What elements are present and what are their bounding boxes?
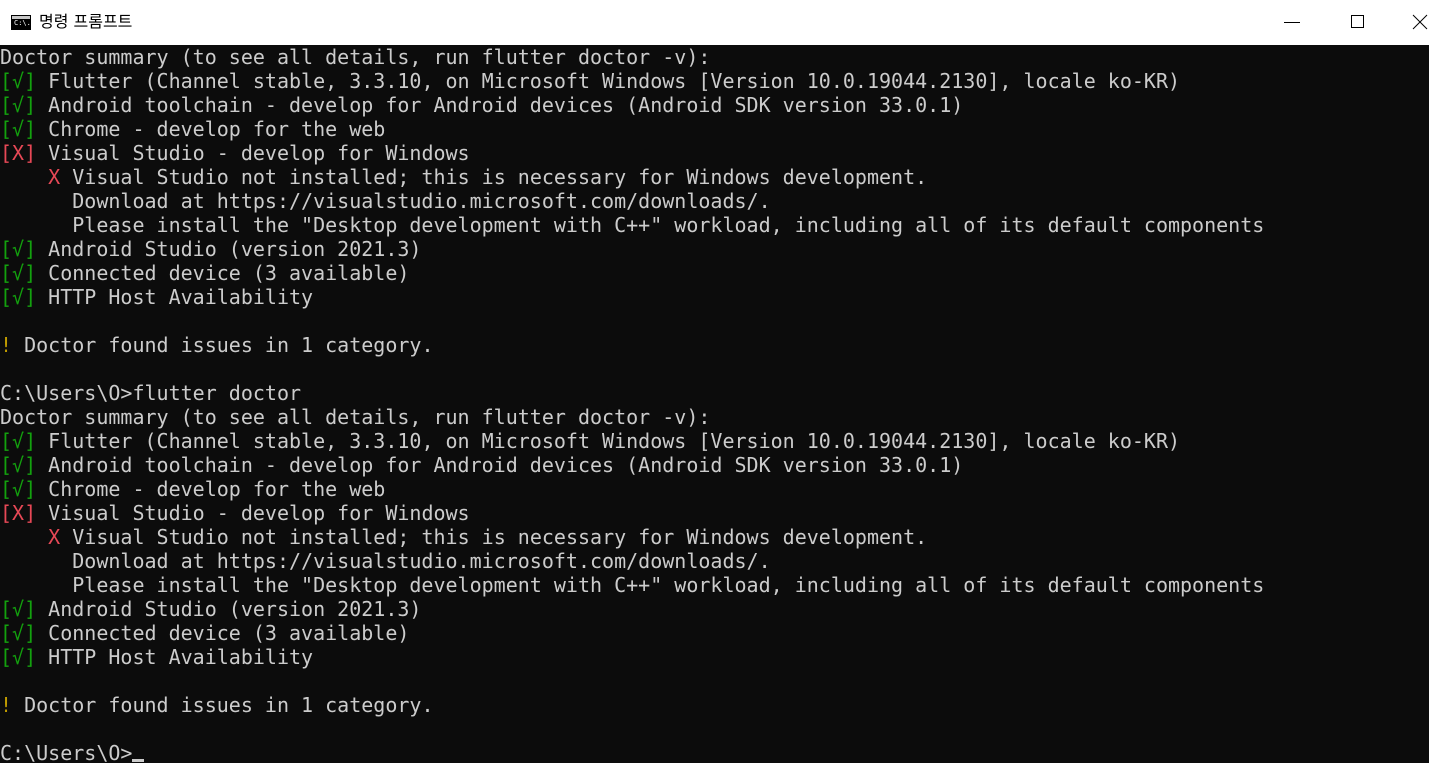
line-text: Doctor summary (to see all details, run … (0, 405, 711, 429)
console-line: C:\Users\O>flutter doctor (0, 381, 1429, 405)
line-text: Flutter (Channel stable, 3.3.10, on Micr… (36, 69, 1181, 93)
line-text: Chrome - develop for the web (36, 477, 386, 501)
status-ok-marker: [√] (0, 597, 37, 621)
minimize-icon (1284, 22, 1300, 23)
console-line: [√] HTTP Host Availability (0, 645, 1429, 669)
console-line: [√] Chrome - develop for the web (0, 117, 1429, 141)
close-icon (1412, 14, 1428, 30)
console-line: [X] Visual Studio - develop for Windows (0, 141, 1429, 165)
text-cursor (132, 759, 145, 762)
line-text: Android toolchain - develop for Android … (36, 93, 964, 117)
line-text: Android Studio (version 2021.3) (36, 237, 422, 261)
console-line: Download at https://visualstudio.microso… (0, 549, 1429, 573)
console-line: Doctor summary (to see all details, run … (0, 405, 1429, 429)
line-text: Visual Studio - develop for Windows (36, 501, 470, 525)
console-line: [√] Connected device (3 available) (0, 261, 1429, 285)
console-line: [√] Android toolchain - develop for Andr… (0, 93, 1429, 117)
line-text: Please install the "Desktop development … (0, 573, 1265, 597)
status-warning-marker: ! (0, 333, 13, 357)
status-error-marker: [X] (0, 141, 37, 165)
console-line: [√] Flutter (Channel stable, 3.3.10, on … (0, 429, 1429, 453)
console-line: Please install the "Desktop development … (0, 573, 1429, 597)
prompt-text: C:\Users\O> (0, 741, 133, 763)
line-text: HTTP Host Availability (36, 285, 314, 309)
window-title: 명령 프롬프트 (39, 12, 133, 31)
line-text: Doctor found issues in 1 category. (12, 333, 434, 357)
line-text: Android Studio (version 2021.3) (36, 597, 422, 621)
title-bar[interactable]: C:\. 명령 프롬프트 (0, 0, 1429, 45)
console-line: ! Doctor found issues in 1 category. (0, 333, 1429, 357)
console-line: [√] Android Studio (version 2021.3) (0, 597, 1429, 621)
line-text: HTTP Host Availability (36, 645, 314, 669)
console-line: [X] Visual Studio - develop for Windows (0, 501, 1429, 525)
console-line: [√] HTTP Host Availability (0, 285, 1429, 309)
line-text: Android toolchain - develop for Android … (36, 453, 964, 477)
cmd-icon[interactable]: C:\. (11, 15, 31, 30)
command-prompt-line[interactable]: C:\Users\O> (0, 741, 1429, 763)
status-ok-marker: [√] (0, 93, 37, 117)
line-text: Download at https://visualstudio.microso… (0, 189, 771, 213)
close-button[interactable] (1400, 0, 1429, 45)
line-text: Connected device (3 available) (36, 621, 410, 645)
console-line: X Visual Studio not installed; this is n… (0, 525, 1429, 549)
console-line: Doctor summary (to see all details, run … (0, 45, 1429, 69)
status-error-marker: X (48, 165, 61, 189)
line-text: Doctor summary (to see all details, run … (0, 45, 711, 69)
status-ok-marker: [√] (0, 477, 37, 501)
console-line: [√] Flutter (Channel stable, 3.3.10, on … (0, 69, 1429, 93)
status-error-marker: X (48, 525, 61, 549)
status-ok-marker: [√] (0, 237, 37, 261)
console-line: [√] Chrome - develop for the web (0, 477, 1429, 501)
line-text: C:\Users\O>flutter doctor (0, 381, 302, 405)
console-line: ! Doctor found issues in 1 category. (0, 693, 1429, 717)
line-text: Please install the "Desktop development … (0, 213, 1265, 237)
line-text: Visual Studio - develop for Windows (36, 141, 470, 165)
line-text: Visual Studio not installed; this is nec… (60, 525, 928, 549)
console-line: [√] Android Studio (version 2021.3) (0, 237, 1429, 261)
line-text: Connected device (3 available) (36, 261, 410, 285)
line-text: Chrome - develop for the web (36, 117, 386, 141)
command-prompt-window: C:\. 명령 프롬프트 Doctor summary (to see all … (0, 0, 1429, 763)
status-ok-marker: [√] (0, 429, 37, 453)
console-output[interactable]: Doctor summary (to see all details, run … (0, 45, 1429, 763)
status-ok-marker: [√] (0, 645, 37, 669)
line-text: Visual Studio not installed; this is nec… (60, 165, 928, 189)
line-text: Doctor found issues in 1 category. (12, 693, 434, 717)
status-ok-marker: [√] (0, 621, 37, 645)
status-warning-marker: ! (0, 693, 13, 717)
status-error-marker: [X] (0, 501, 37, 525)
console-line: Download at https://visualstudio.microso… (0, 189, 1429, 213)
status-ok-marker: [√] (0, 453, 37, 477)
status-ok-marker: [√] (0, 69, 37, 93)
console-line: Please install the "Desktop development … (0, 213, 1429, 237)
console-line: X Visual Studio not installed; this is n… (0, 165, 1429, 189)
minimize-button[interactable] (1270, 0, 1316, 45)
maximize-button[interactable] (1336, 0, 1382, 45)
console-line: [√] Connected device (3 available) (0, 621, 1429, 645)
console-line: [√] Android toolchain - develop for Andr… (0, 453, 1429, 477)
status-ok-marker: [√] (0, 117, 37, 141)
line-text: Flutter (Channel stable, 3.3.10, on Micr… (36, 429, 1181, 453)
status-ok-marker: [√] (0, 285, 37, 309)
status-ok-marker: [√] (0, 261, 37, 285)
line-text: Download at https://visualstudio.microso… (0, 549, 771, 573)
maximize-icon (1351, 15, 1364, 28)
